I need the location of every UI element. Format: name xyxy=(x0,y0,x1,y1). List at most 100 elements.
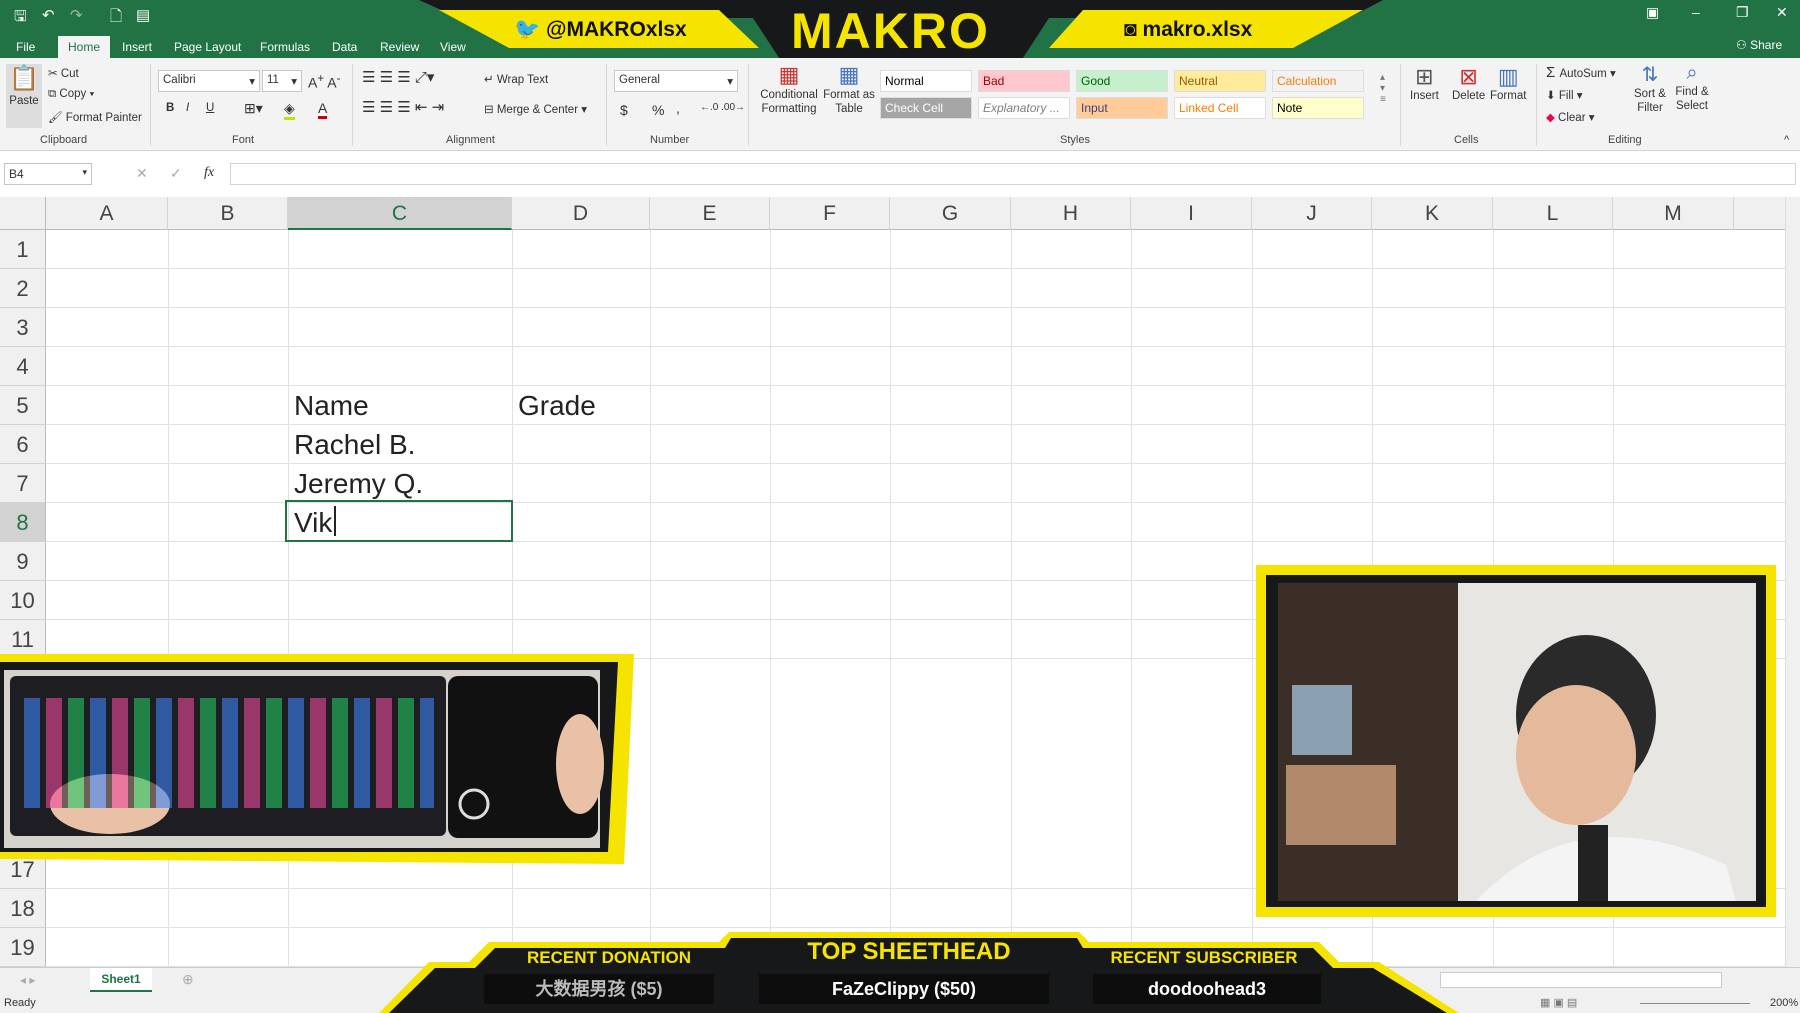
column-header-g[interactable]: G xyxy=(890,197,1011,230)
column-header-k[interactable]: K xyxy=(1372,197,1493,230)
insert-cells-button[interactable]: ⊞ Insert xyxy=(1410,64,1439,102)
tab-file[interactable]: File xyxy=(16,36,35,58)
redo-icon[interactable]: ↷ xyxy=(70,6,83,24)
new-sheet-icon[interactable]: ⊕ xyxy=(182,971,194,988)
gallery-scroll-icon[interactable]: ▴ ▾ ≡ xyxy=(1380,72,1386,105)
cell-style-normal[interactable]: Normal xyxy=(880,70,972,92)
align-left-icons[interactable]: ☰ ☰ ☰ ⇤ ⇥ xyxy=(362,98,444,116)
cell-style-neutral[interactable]: Neutral xyxy=(1174,70,1266,92)
tab-formulas[interactable]: Formulas xyxy=(250,36,320,58)
decimal-icons[interactable]: ←.0 .00→ xyxy=(700,102,745,113)
row-header-7[interactable]: 7 xyxy=(0,464,46,503)
cell-d5[interactable]: Grade xyxy=(512,386,596,425)
row-header-2[interactable]: 2 xyxy=(0,269,46,308)
undo-icon[interactable]: ↶ xyxy=(42,6,55,24)
cell-c7[interactable]: Jeremy Q. xyxy=(288,464,423,503)
restore-icon[interactable]: ❐ xyxy=(1736,4,1749,21)
new-file-icon[interactable]: 🗋 xyxy=(110,6,122,31)
format-painter-button[interactable]: 🖌 Format Painter xyxy=(48,110,142,124)
conditional-formatting-button[interactable]: ▦ Conditional Formatting xyxy=(754,62,824,116)
cell-c6[interactable]: Rachel B. xyxy=(288,425,415,464)
close-icon[interactable]: ✕ xyxy=(1776,4,1788,21)
insert-function-button[interactable]: fx xyxy=(204,165,214,181)
column-header-i[interactable]: I xyxy=(1131,197,1252,230)
column-header-m[interactable]: M xyxy=(1613,197,1734,230)
column-header-j[interactable]: J xyxy=(1252,197,1372,230)
align-top-icons[interactable]: ☰ ☰ ☰ ⤢▾ xyxy=(362,68,434,86)
active-cell-c8[interactable] xyxy=(285,500,513,542)
column-header-e[interactable]: E xyxy=(650,197,770,230)
save-icon[interactable]: 🖫 xyxy=(14,6,27,31)
font-size-select[interactable]: 11 ▾ xyxy=(262,70,302,92)
italic-button[interactable]: I xyxy=(186,102,189,114)
font-name-select[interactable]: Calibri ▾ xyxy=(158,70,260,92)
column-header-f[interactable]: F xyxy=(770,197,890,230)
vertical-scrollbar[interactable] xyxy=(1785,197,1800,967)
cell-style-explanatory[interactable]: Explanatory ... xyxy=(978,97,1070,119)
row-header-4[interactable]: 4 xyxy=(0,347,46,386)
name-box[interactable]: B4 ▾ xyxy=(4,163,92,185)
tab-home[interactable]: Home xyxy=(58,36,111,58)
tab-insert[interactable]: Insert xyxy=(112,36,162,58)
print-preview-icon[interactable]: ▤ xyxy=(136,6,150,24)
column-header-h[interactable]: H xyxy=(1011,197,1131,230)
minimize-icon[interactable]: – xyxy=(1692,4,1700,20)
horizontal-scrollbar[interactable] xyxy=(1440,972,1722,988)
fill-button[interactable]: ⬇ Fill ▾ xyxy=(1546,88,1583,102)
increase-font-icon[interactable]: A+ A- xyxy=(308,72,341,91)
sheet-tab-sheet1[interactable]: Sheet1 xyxy=(90,968,152,992)
column-header-l[interactable]: L xyxy=(1493,197,1613,230)
font-color-icon[interactable]: A xyxy=(318,100,328,119)
select-all-button[interactable] xyxy=(0,197,46,230)
format-cells-button[interactable]: ▥ Format xyxy=(1490,64,1526,102)
row-header-6[interactable]: 6 xyxy=(0,425,46,464)
find-select-button[interactable]: ⌕ Find & Select xyxy=(1672,62,1712,113)
format-as-table-button[interactable]: ▦ Format as Table xyxy=(822,62,876,116)
column-header-a[interactable]: A xyxy=(46,197,168,230)
share-button[interactable]: ⚇ Share xyxy=(1736,38,1782,52)
delete-cells-button[interactable]: ⊠ Delete xyxy=(1452,64,1485,102)
paste-button[interactable]: 📋 Paste xyxy=(6,64,42,128)
cut-button[interactable]: ✂ Cut xyxy=(48,66,79,80)
view-icons[interactable]: ▦ ▣ ▤ xyxy=(1540,996,1577,1009)
cell-style-good[interactable]: Good xyxy=(1076,70,1168,92)
row-header-8[interactable]: 8 xyxy=(0,503,46,542)
column-header-c[interactable]: C xyxy=(288,197,512,230)
bold-button[interactable]: B xyxy=(166,102,174,114)
cancel-icon[interactable]: ✕ xyxy=(136,165,148,182)
tab-data[interactable]: Data xyxy=(322,36,367,58)
column-header-d[interactable]: D xyxy=(512,197,650,230)
ribbon-display-icon[interactable]: ▣ xyxy=(1646,4,1659,21)
underline-button[interactable]: U xyxy=(206,102,214,114)
column-header-b[interactable]: B xyxy=(168,197,288,230)
row-header-9[interactable]: 9 xyxy=(0,542,46,581)
enter-icon[interactable]: ✓ xyxy=(170,165,182,182)
cell-style-calculation[interactable]: Calculation xyxy=(1272,70,1364,92)
autosum-button[interactable]: Σ AutoSum ▾ xyxy=(1546,64,1616,81)
sheet-nav-icons[interactable]: ◂ ▸ xyxy=(20,973,35,987)
number-format-select[interactable]: General ▾ xyxy=(614,70,738,92)
sort-filter-button[interactable]: ⇅ Sort & Filter xyxy=(1630,62,1670,115)
currency-button[interactable]: $ xyxy=(620,102,628,118)
clear-button[interactable]: ◆ Clear ▾ xyxy=(1546,110,1595,124)
row-header-5[interactable]: 5 xyxy=(0,386,46,425)
row-header-1[interactable]: 1 xyxy=(0,230,46,269)
borders-icon[interactable]: ⊞▾ xyxy=(244,100,263,117)
cell-style-linked-cell[interactable]: Linked Cell xyxy=(1174,97,1266,119)
cell-style-note[interactable]: Note xyxy=(1272,97,1364,119)
cell-style-input[interactable]: Input xyxy=(1076,97,1168,119)
merge-center-button[interactable]: ⊟ Merge & Center ▾ xyxy=(484,102,587,116)
tab-page-layout[interactable]: Page Layout xyxy=(164,36,251,58)
cell-style-check-cell[interactable]: Check Cell xyxy=(880,97,972,119)
zoom-slider[interactable] xyxy=(1640,1003,1750,1004)
row-header-3[interactable]: 3 xyxy=(0,308,46,347)
row-header-10[interactable]: 10 xyxy=(0,581,46,620)
row-header-18[interactable]: 18 xyxy=(0,889,46,928)
cell-style-bad[interactable]: Bad xyxy=(978,70,1070,92)
wrap-text-button[interactable]: ↵ Wrap Text xyxy=(484,72,548,86)
fill-color-icon[interactable]: ◈ xyxy=(284,100,295,120)
collapse-ribbon-icon[interactable]: ^ xyxy=(1784,134,1789,146)
cell-c5[interactable]: Name xyxy=(288,386,369,425)
formula-input[interactable] xyxy=(230,163,1796,185)
comma-button[interactable]: , xyxy=(676,100,680,116)
